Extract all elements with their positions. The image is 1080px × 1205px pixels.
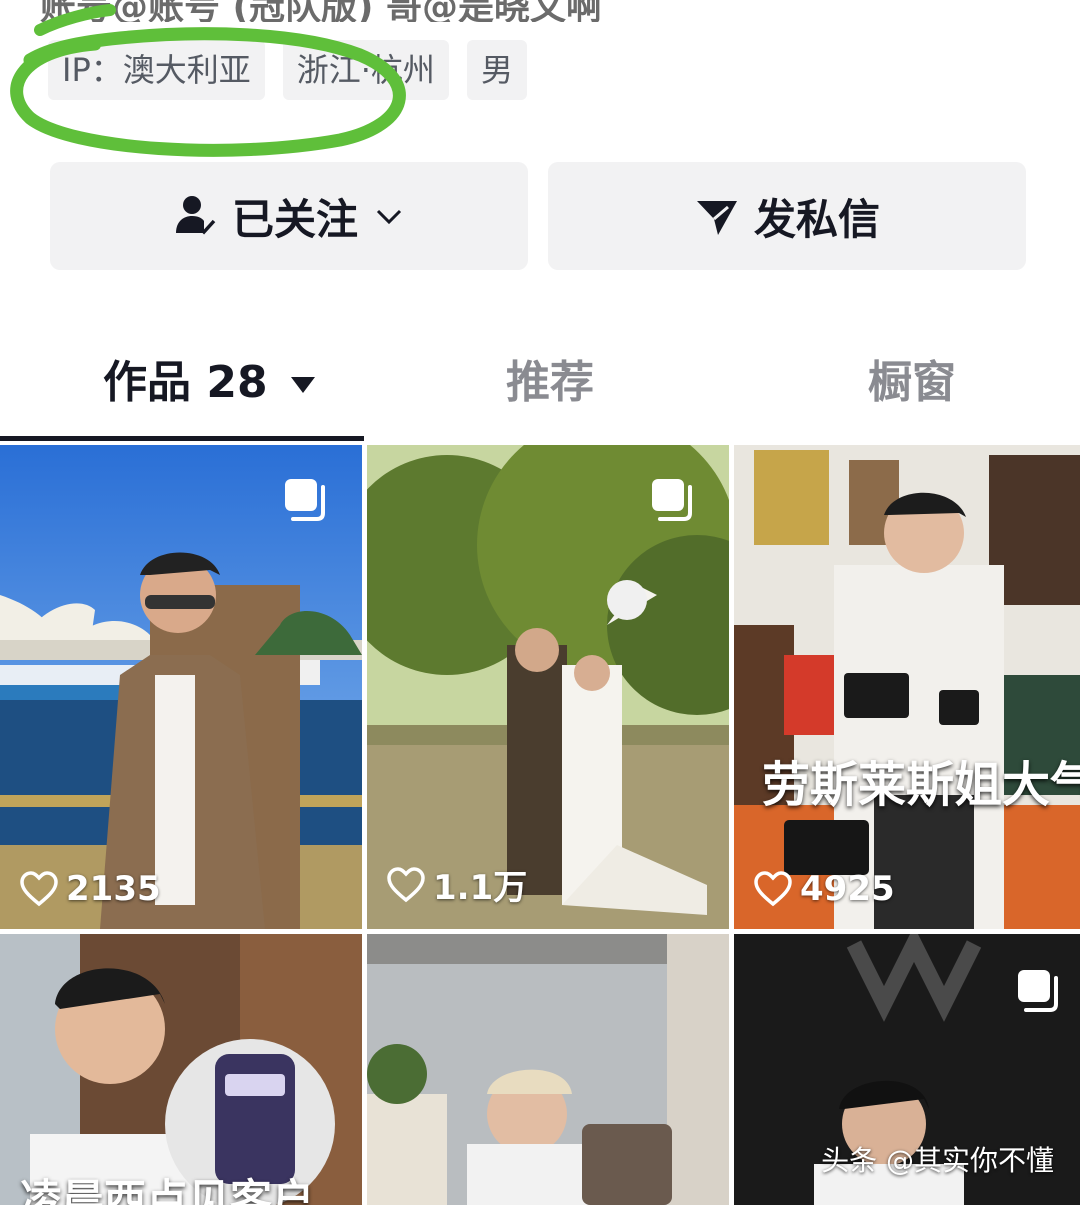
heart-icon (20, 871, 58, 907)
video-cover-image (367, 934, 729, 1205)
video-grid: 2135 1.1万 劳斯莱斯姐大气 4925 凌晨西点见客户 (0, 445, 1080, 1205)
following-button[interactable]: 已关注 (50, 162, 528, 270)
following-label: 已关注 (231, 194, 358, 244)
like-count-value: 4925 (800, 869, 895, 909)
tab-recommend[interactable]: 推荐 (470, 330, 630, 436)
send-message-button[interactable]: 发私信 (548, 162, 1026, 270)
like-count: 4925 (754, 869, 895, 909)
gender-tag: 男 (466, 40, 527, 100)
video-thumbnail[interactable] (367, 934, 729, 1205)
profile-tabs: 作品 28 推荐 橱窗 (0, 330, 1080, 441)
video-thumbnail[interactable]: 凌晨西点见客户 (0, 934, 362, 1205)
video-caption: 凌晨西点见客户 (20, 1175, 315, 1205)
like-count-value: 1.1万 (433, 868, 528, 908)
tab-works[interactable]: 作品 28 (100, 330, 320, 436)
video-caption: 劳斯莱斯姐大气 (762, 757, 1080, 813)
send-icon (696, 201, 737, 235)
video-cover-image (734, 445, 1080, 929)
tab-works-label: 作品 28 (103, 357, 268, 408)
video-cover-image (0, 934, 362, 1205)
heart-icon (754, 871, 792, 907)
multi-image-icon (285, 479, 325, 521)
multi-image-icon (652, 479, 692, 521)
source-watermark: 头条 @其实你不懂 (821, 1144, 1054, 1177)
user-check-icon (175, 196, 216, 235)
active-tab-indicator (0, 436, 364, 441)
chevron-down-icon (376, 209, 402, 225)
profile-actions: 已关注 发私信 (50, 162, 1026, 270)
tab-window[interactable]: 橱窗 (832, 330, 992, 436)
send-message-label: 发私信 (753, 194, 880, 244)
like-count-value: 2135 (66, 869, 161, 909)
video-thumbnail[interactable]: 2135 (0, 445, 362, 929)
video-thumbnail[interactable]: 劳斯莱斯姐大气 4925 (734, 445, 1080, 929)
like-count: 1.1万 (387, 860, 527, 909)
highlight-circle-annotation (10, 4, 406, 157)
multi-image-icon (1018, 970, 1058, 1012)
like-count: 2135 (20, 869, 161, 909)
video-thumbnail[interactable]: 1.1万 (367, 445, 729, 929)
triangle-down-icon (290, 377, 315, 393)
heart-icon (387, 866, 425, 902)
